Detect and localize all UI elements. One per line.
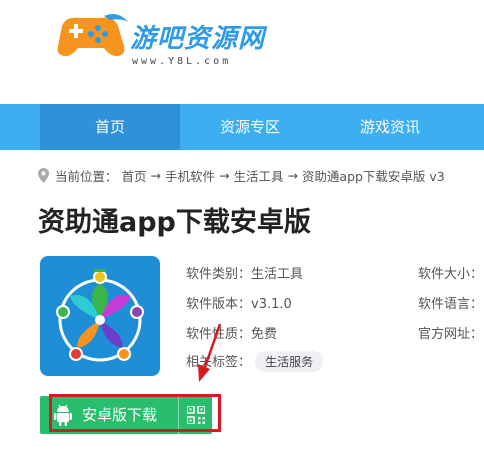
breadcrumb-separator: →: [218, 168, 230, 183]
language-label: 软件语言：: [418, 297, 484, 312]
info-website: 官方网址：: [418, 323, 484, 342]
gamepad-logo-icon: [57, 14, 128, 57]
nav-item-home[interactable]: 首页: [40, 104, 180, 150]
main-nav: 首页 资源专区 游戏资讯: [0, 104, 484, 150]
breadcrumb-home[interactable]: 首页: [122, 169, 147, 184]
site-name: 游吧资源网: [130, 24, 266, 54]
breadcrumb-separator: →: [150, 168, 161, 183]
annotation-arrow-icon: [198, 323, 222, 382]
annotation-highlight-box: [49, 394, 221, 432]
size-label: 软件大小：: [418, 267, 484, 282]
nav-item-resources[interactable]: 资源专区: [180, 104, 320, 150]
category-label: 软件类别：: [186, 267, 252, 282]
location-pin-icon: [38, 168, 49, 183]
info-language: 软件语言：: [418, 293, 484, 312]
tag-life-service[interactable]: 生活服务: [255, 351, 324, 372]
nature-value: 免费: [251, 327, 278, 342]
info-version: 软件版本：v3.1.0: [186, 293, 292, 312]
breadcrumb: 当前位置： 首页 → 手机软件 → 生活工具 → 资助通app下载安卓版 v3: [38, 166, 484, 186]
breadcrumb-current[interactable]: 资助通app下载安卓版 v3: [302, 169, 445, 184]
breadcrumb-mobile-software[interactable]: 手机软件: [165, 169, 215, 184]
info-category: 软件类别：生活工具: [186, 263, 304, 282]
page-title: 资助通app下载安卓版: [38, 207, 311, 238]
site-url: www.Y8L.com: [132, 56, 232, 67]
breadcrumb-separator: →: [287, 168, 298, 183]
version-value: v3.1.0: [251, 297, 292, 312]
breadcrumb-prefix: 当前位置：: [55, 169, 118, 184]
app-logo-icon: [40, 256, 160, 376]
site-logo[interactable]: 游吧资源网 www.Y8L.com: [52, 12, 282, 74]
nav-item-game-news[interactable]: 游戏资讯: [320, 104, 460, 150]
version-label: 软件版本：: [186, 297, 252, 312]
info-size: 软件大小：: [418, 263, 484, 282]
website-label: 官方网址：: [418, 327, 484, 342]
category-value: 生活工具: [251, 267, 304, 282]
breadcrumb-life-tools[interactable]: 生活工具: [233, 169, 283, 184]
